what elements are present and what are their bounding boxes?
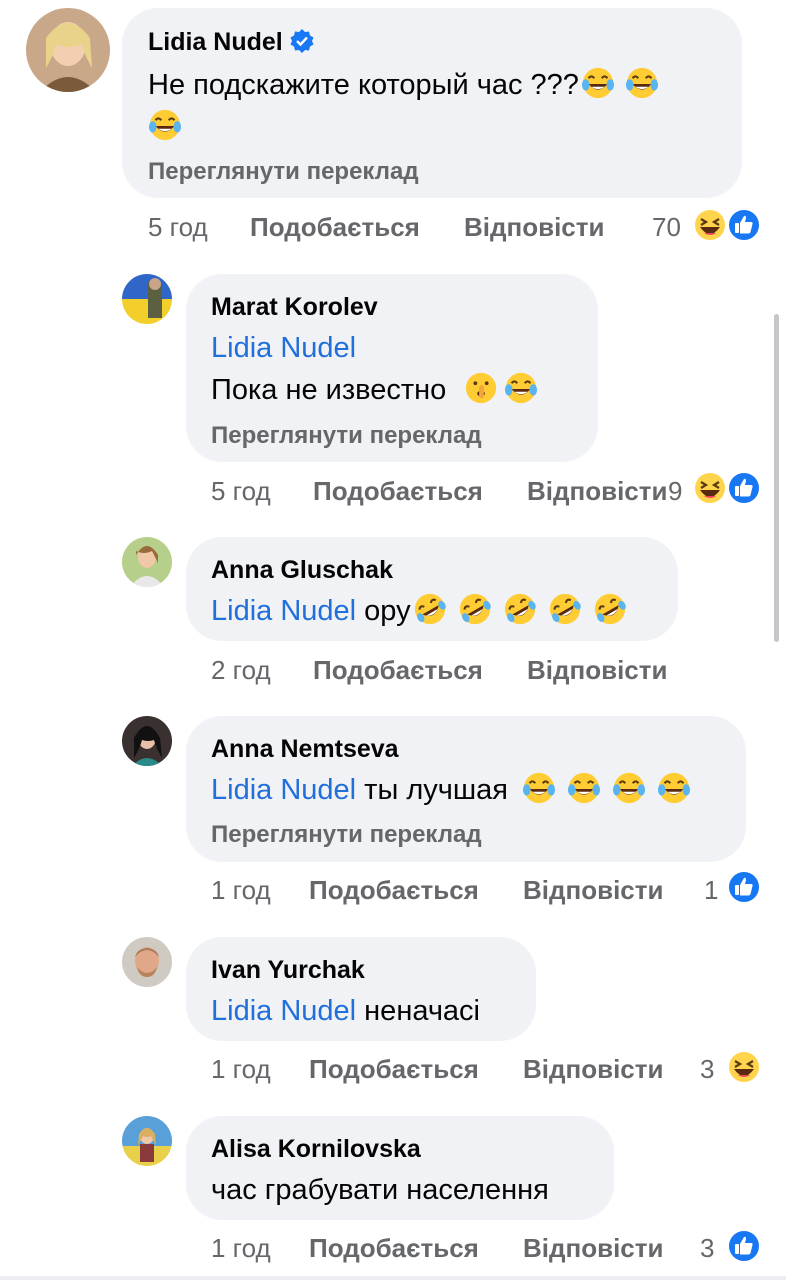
rolling-laughing-emoji — [593, 592, 627, 626]
like-reaction-icon[interactable] — [726, 207, 762, 243]
like-button[interactable]: Подобається — [313, 655, 483, 686]
divider — [0, 1276, 786, 1280]
see-translation-link[interactable]: Переглянути переклад — [148, 158, 419, 186]
mention-link[interactable]: Lidia Nudel — [211, 995, 356, 1027]
like-button[interactable]: Подобається — [250, 212, 420, 243]
comment-time[interactable]: 1 год — [211, 1054, 271, 1085]
avatar[interactable] — [122, 1116, 172, 1166]
mention-link[interactable]: Lidia Nudel — [211, 774, 356, 806]
rolling-laughing-emoji — [548, 592, 582, 626]
scrollbar[interactable] — [774, 314, 779, 642]
comment-author[interactable]: Alisa Kornilovska — [211, 1135, 421, 1164]
comment-author[interactable]: Marat Korolev — [211, 293, 378, 322]
reaction-count[interactable]: 3 — [700, 1054, 714, 1085]
avatar[interactable] — [122, 716, 172, 766]
tears-of-joy-emoji — [657, 771, 691, 805]
reply-button[interactable]: Відповісти — [527, 476, 667, 507]
see-translation-link[interactable]: Переглянути переклад — [211, 821, 482, 849]
avatar[interactable] — [122, 537, 172, 587]
tears-of-joy-emoji — [612, 771, 646, 805]
reaction-count[interactable]: 3 — [700, 1233, 714, 1264]
haha-reaction-icon[interactable] — [726, 1049, 762, 1085]
like-reaction-icon[interactable] — [726, 869, 762, 905]
comment-meta: 1 год Подобається Відповісти — [0, 1054, 786, 1086]
avatar[interactable] — [122, 937, 172, 987]
tears-of-joy-emoji — [581, 66, 615, 100]
comment-text: Lidia Nudel ты лучшая — [211, 769, 691, 811]
haha-reaction-icon[interactable] — [692, 207, 728, 243]
comment-author[interactable]: Anna Nemtseva — [211, 735, 399, 764]
comment-text-content: Не подскажите который час ??? — [148, 69, 579, 101]
comment-text-content: неначасі — [364, 995, 481, 1027]
tears-of-joy-emoji — [148, 108, 182, 142]
rolling-laughing-emoji — [458, 592, 492, 626]
comment-time[interactable]: 1 год — [211, 1233, 271, 1264]
comment-author[interactable]: Lidia Nudel — [148, 28, 315, 57]
comment-text: Пока не известно — [211, 369, 538, 411]
like-button[interactable]: Подобається — [309, 875, 479, 906]
comment-meta: 1 год Подобається Відповісти — [0, 1233, 786, 1265]
reaction-count[interactable]: 9 — [668, 476, 682, 507]
comment-text: Не подскажите который час ??? — [148, 64, 659, 106]
comment-text-content: ору — [364, 595, 411, 627]
comment-time[interactable]: 1 год — [211, 875, 271, 906]
comment-text: час грабувати населення — [211, 1174, 549, 1206]
comment-text: Lidia Nudel неначасі — [211, 990, 480, 1032]
comment-meta: 2 год Подобається Відповісти — [0, 655, 786, 687]
reply-button[interactable]: Відповісти — [523, 1233, 663, 1264]
comment-text-content: Пока не известно — [211, 374, 447, 406]
tears-of-joy-emoji — [504, 371, 538, 405]
rolling-laughing-emoji — [503, 592, 537, 626]
comment-author[interactable]: Ivan Yurchak — [211, 956, 365, 985]
tears-of-joy-emoji — [625, 66, 659, 100]
reaction-count[interactable]: 70 — [652, 212, 681, 243]
comment-meta: 1 год Подобається Відповісти — [0, 875, 786, 907]
haha-reaction-icon[interactable] — [692, 470, 728, 506]
rolling-laughing-emoji — [413, 592, 447, 626]
comment-time[interactable]: 2 год — [211, 655, 271, 686]
like-button[interactable]: Подобається — [309, 1054, 479, 1085]
shushing-face-emoji — [464, 371, 498, 405]
reply-button[interactable]: Відповісти — [523, 1054, 663, 1085]
comment-text-content: ты лучшая — [364, 774, 508, 806]
comment-time[interactable]: 5 год — [148, 212, 208, 243]
like-reaction-icon[interactable] — [726, 1228, 762, 1264]
author-name: Lidia Nudel — [148, 28, 283, 56]
mention-link[interactable]: Lidia Nudel — [211, 595, 356, 627]
like-button[interactable]: Подобається — [309, 1233, 479, 1264]
avatar[interactable] — [122, 274, 172, 324]
reply-button[interactable]: Відповісти — [464, 212, 604, 243]
mention-link[interactable]: Lidia Nudel — [211, 327, 356, 369]
reply-button[interactable]: Відповісти — [527, 655, 667, 686]
like-button[interactable]: Подобається — [313, 476, 483, 507]
tears-of-joy-emoji — [567, 771, 601, 805]
comment-time[interactable]: 5 год — [211, 476, 271, 507]
reply-button[interactable]: Відповісти — [523, 875, 663, 906]
comment-author[interactable]: Anna Gluschak — [211, 556, 393, 585]
see-translation-link[interactable]: Переглянути переклад — [211, 422, 482, 450]
avatar[interactable] — [26, 8, 110, 92]
comment-text-line2 — [148, 106, 182, 148]
comment-text: Lidia Nudel ору — [211, 590, 627, 632]
reaction-count[interactable]: 1 — [704, 875, 718, 906]
verified-badge-icon — [289, 28, 315, 54]
tears-of-joy-emoji — [522, 771, 556, 805]
like-reaction-icon[interactable] — [726, 470, 762, 506]
